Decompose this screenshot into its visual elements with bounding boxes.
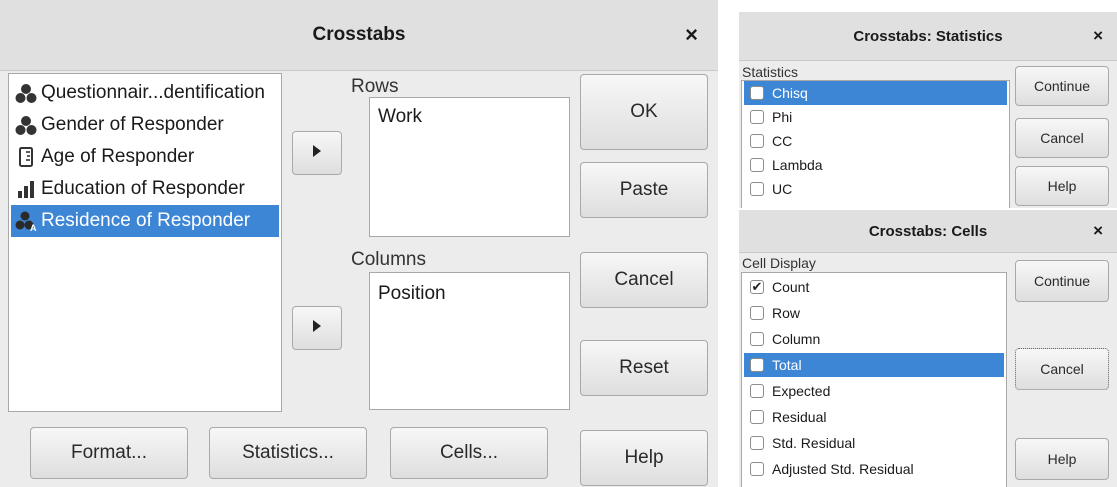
checkbox[interactable] (750, 410, 764, 424)
statistics-option[interactable]: Lambda (744, 153, 1007, 177)
checkbox[interactable] (750, 86, 764, 100)
cell-display-options-list[interactable]: ✔ Count Row Column Total Expected Residu… (741, 272, 1007, 487)
statistics-option[interactable]: Phi (744, 105, 1007, 129)
statistics-button[interactable]: Statistics... (209, 427, 367, 479)
columns-label: Columns (351, 249, 426, 270)
checkbox[interactable] (750, 384, 764, 398)
help-button[interactable]: Help (1015, 438, 1109, 480)
checkbox[interactable] (750, 182, 764, 196)
scale-ruler-icon (15, 146, 37, 168)
cell-display-group-label: Cell Display (742, 255, 816, 271)
move-to-columns-button[interactable] (292, 306, 342, 350)
checkbox[interactable] (750, 436, 764, 450)
option-label: Phi (772, 109, 793, 125)
checkbox[interactable] (750, 462, 764, 476)
dialog-title: Crosstabs (312, 24, 406, 45)
variable-label: Age of Responder (41, 146, 195, 167)
arrow-right-icon (311, 319, 323, 338)
variable-item[interactable]: Questionnair...dentification (11, 77, 279, 109)
option-label: Std. Residual (772, 435, 856, 451)
checkbox[interactable] (750, 134, 764, 148)
cancel-button[interactable]: Cancel (580, 252, 708, 308)
variable-item[interactable]: A Residence of Responder (11, 205, 279, 237)
variable-list[interactable]: Questionnair...dentification Gender of R… (8, 73, 282, 412)
variable-item[interactable]: Education of Responder (11, 173, 279, 205)
close-icon[interactable]: × (1093, 210, 1103, 252)
move-to-rows-button[interactable] (292, 131, 342, 175)
option-label: Total (772, 357, 802, 373)
nominal-string-icon: A (15, 210, 37, 232)
columns-list[interactable]: Position (369, 272, 570, 410)
checkbox[interactable]: ✔ (750, 279, 764, 294)
ok-button[interactable]: OK (580, 74, 708, 150)
option-label: Chisq (772, 85, 808, 101)
rows-list[interactable]: Work (369, 97, 570, 237)
variable-item[interactable]: Gender of Responder (11, 109, 279, 141)
cell-option[interactable]: Row (744, 301, 1004, 325)
crosstabs-titlebar: Crosstabs (0, 0, 718, 71)
variable-label: Residence of Responder (41, 210, 251, 231)
option-label: Adjusted Std. Residual (772, 461, 914, 477)
option-label: Row (772, 305, 801, 321)
help-button[interactable]: Help (1015, 166, 1109, 206)
option-label: Lambda (772, 157, 823, 173)
cell-option[interactable]: ✔ Count (744, 275, 1004, 299)
continue-button[interactable]: Continue (1015, 260, 1109, 302)
checkbox[interactable] (750, 332, 764, 346)
paste-button[interactable]: Paste (580, 162, 708, 218)
cells-dialog-title: Crosstabs: Cells (868, 222, 988, 240)
statistics-option[interactable]: UC (744, 177, 1007, 201)
svg-text:A: A (30, 223, 37, 232)
reset-button[interactable]: Reset (580, 340, 708, 396)
cancel-button[interactable]: Cancel (1015, 118, 1109, 158)
help-button[interactable]: Help (580, 430, 708, 486)
checkbox[interactable] (750, 306, 764, 320)
cancel-button[interactable]: Cancel (1015, 348, 1109, 390)
statistics-dialog-title: Crosstabs: Statistics (853, 27, 1003, 45)
rows-item[interactable]: Work (378, 106, 422, 128)
cells-button[interactable]: Cells... (390, 427, 548, 479)
option-label: Count (772, 279, 810, 295)
statistics-titlebar: Crosstabs: Statistics (739, 12, 1117, 61)
cell-option[interactable]: Total (744, 353, 1004, 377)
variable-item[interactable]: Age of Responder (11, 141, 279, 173)
option-label: UC (772, 181, 793, 197)
statistics-group-label: Statistics (742, 64, 799, 80)
cells-dialog: Crosstabs: Cells × Cell Display ✔ Count … (739, 210, 1117, 487)
statistics-options-list[interactable]: Chisq Phi CC Lambda UC (741, 80, 1010, 208)
statistics-dialog: Crosstabs: Statistics × Statistics Chisq… (739, 12, 1117, 208)
statistics-option[interactable]: Chisq (744, 81, 1007, 105)
option-label: Residual (772, 409, 827, 425)
rows-label: Rows (351, 76, 399, 97)
option-label: Column (772, 331, 821, 347)
cell-option[interactable]: Residual (744, 405, 1004, 429)
close-icon[interactable]: × (685, 0, 698, 70)
cell-option[interactable]: Column (744, 327, 1004, 351)
close-icon[interactable]: × (1093, 12, 1103, 60)
format-button[interactable]: Format... (30, 427, 188, 479)
variable-label: Gender of Responder (41, 114, 224, 135)
statistics-option[interactable]: CC (744, 129, 1007, 153)
variable-label: Questionnair...dentification (41, 82, 265, 103)
nominal-icon (15, 82, 37, 104)
checkbox[interactable] (750, 110, 764, 124)
columns-item[interactable]: Position (378, 283, 446, 305)
arrow-right-icon (311, 144, 323, 163)
continue-button[interactable]: Continue (1015, 66, 1109, 106)
ordinal-bars-icon (15, 178, 37, 200)
cell-option[interactable]: Adjusted Std. Residual (744, 457, 1004, 481)
cell-option[interactable]: Expected (744, 379, 1004, 403)
checkbox[interactable] (750, 358, 764, 372)
cells-titlebar: Crosstabs: Cells (739, 210, 1117, 253)
nominal-icon (15, 114, 37, 136)
cell-option[interactable]: Std. Residual (744, 431, 1004, 455)
variable-label: Education of Responder (41, 178, 245, 199)
checkbox[interactable] (750, 158, 764, 172)
option-label: Expected (772, 383, 831, 399)
crosstabs-dialog: Crosstabs × Questionnair...dentification… (0, 0, 718, 487)
option-label: CC (772, 133, 793, 149)
